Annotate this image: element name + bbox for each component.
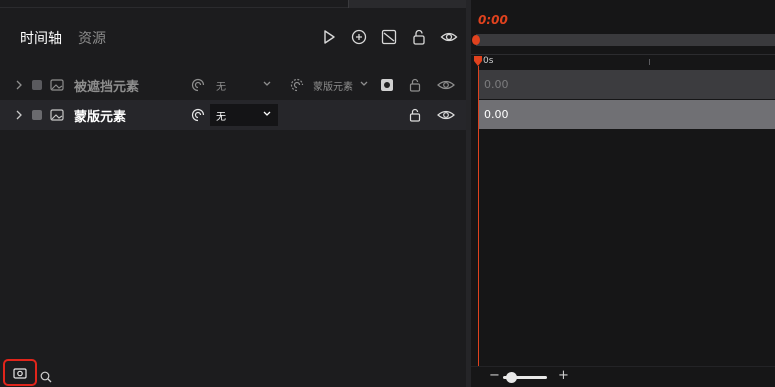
ruler-label: 0s bbox=[483, 56, 494, 66]
track-bar[interactable]: 0.00 bbox=[479, 70, 775, 99]
mask-select[interactable]: 蒙版元素 bbox=[307, 74, 375, 96]
time-ruler[interactable] bbox=[471, 54, 775, 68]
image-icon bbox=[50, 79, 64, 91]
play-icon bbox=[324, 30, 335, 44]
blend-mode-value: 无 bbox=[216, 81, 226, 93]
chevron-right-icon[interactable] bbox=[14, 79, 24, 91]
lock-icon[interactable] bbox=[409, 108, 421, 122]
add-keyframe-button[interactable] bbox=[344, 27, 374, 47]
add-keyframe-icon bbox=[351, 29, 367, 45]
blend-mode-icon bbox=[191, 78, 205, 92]
chevron-down-icon bbox=[263, 111, 271, 116]
play-button[interactable] bbox=[314, 27, 344, 47]
visibility-all-button[interactable] bbox=[434, 27, 464, 47]
chevron-down-icon bbox=[360, 81, 368, 86]
layer-panel bbox=[0, 0, 466, 387]
blend-mode-select[interactable]: 无 bbox=[210, 74, 278, 96]
tab-assets[interactable]: 资源 bbox=[78, 28, 106, 48]
current-time: 0:00 bbox=[478, 13, 508, 27]
layer-panel-footer bbox=[0, 366, 466, 387]
timeline-toolbar bbox=[314, 27, 464, 47]
layer-color-square[interactable] bbox=[32, 110, 42, 120]
blend-mode-icon bbox=[191, 108, 205, 122]
panel-tabs: 时间轴 资源 bbox=[20, 28, 106, 48]
tab-timeline[interactable]: 时间轴 bbox=[20, 28, 62, 48]
top-strip-segment bbox=[348, 0, 466, 8]
zoom-out-icon[interactable]: − bbox=[489, 369, 500, 383]
curve-button[interactable] bbox=[374, 27, 404, 47]
camera-icon bbox=[13, 367, 27, 379]
blend-mode-select[interactable]: 无 bbox=[210, 104, 278, 126]
ruler-tick bbox=[649, 59, 650, 65]
lock-all-button[interactable] bbox=[404, 27, 434, 47]
track-time-value: 0.00 bbox=[484, 78, 509, 91]
layer-row[interactable]: 被遮挡元素 无 蒙版元素 bbox=[0, 70, 466, 100]
eye-icon bbox=[440, 32, 458, 42]
mask-value: 蒙版元素 bbox=[313, 81, 353, 93]
curve-icon bbox=[381, 29, 397, 45]
layer-color-square[interactable] bbox=[32, 80, 42, 90]
track-bar-selected[interactable]: 0.00 bbox=[479, 100, 775, 129]
eye-icon[interactable] bbox=[437, 79, 455, 91]
chevron-down-icon bbox=[263, 81, 271, 86]
mask-link-icon bbox=[290, 78, 304, 92]
lock-icon bbox=[413, 29, 425, 45]
zoom-in-icon[interactable]: + bbox=[558, 369, 569, 383]
blend-mode-value: 无 bbox=[216, 111, 226, 123]
layer-row-selected[interactable]: 蒙版元素 无 bbox=[0, 100, 466, 130]
top-strip bbox=[0, 0, 466, 8]
layer-name[interactable]: 蒙版元素 bbox=[74, 106, 126, 125]
image-icon bbox=[50, 109, 64, 121]
layer-name[interactable]: 被遮挡元素 bbox=[74, 76, 139, 95]
lock-icon[interactable] bbox=[409, 78, 421, 92]
zoom-slider-handle[interactable] bbox=[506, 372, 517, 383]
eye-icon[interactable] bbox=[437, 109, 455, 121]
chevron-right-icon[interactable] bbox=[14, 109, 24, 121]
scrub-track[interactable] bbox=[476, 34, 775, 46]
scrub-handle[interactable] bbox=[472, 35, 480, 45]
track-time-value: 0.00 bbox=[484, 108, 509, 121]
snapshot-button[interactable] bbox=[3, 359, 37, 386]
mask-swatch-icon[interactable] bbox=[381, 79, 393, 91]
search-icon[interactable] bbox=[40, 371, 52, 383]
